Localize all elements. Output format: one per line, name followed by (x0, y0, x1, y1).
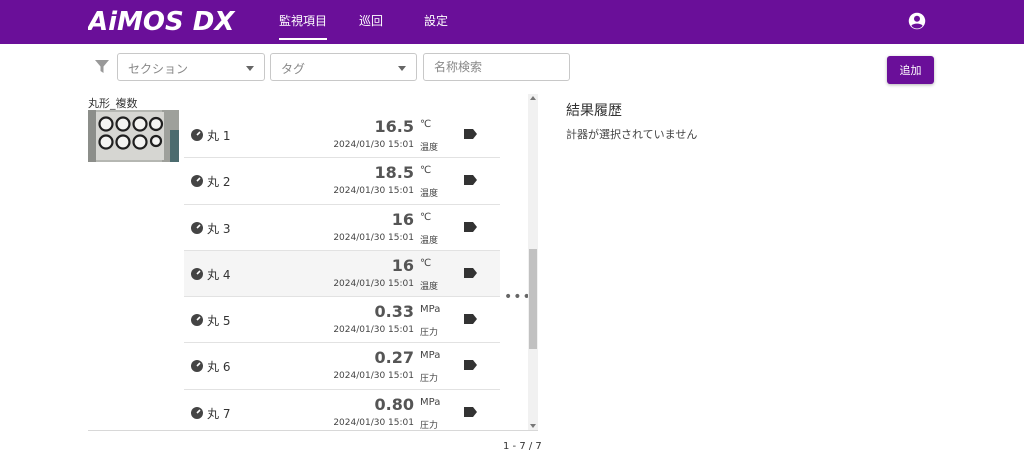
add-button[interactable]: 追加 (887, 56, 934, 84)
list-item[interactable]: 丸 5 0.33 MPa 2024/01/30 15:01 圧力 (184, 297, 500, 344)
gauge-icon (191, 129, 203, 141)
list-item[interactable]: 丸 4 16 ℃ 2024/01/30 15:01 温度 (184, 250, 500, 298)
meter-name: 丸 4 (207, 267, 231, 282)
scroll-down-arrow-icon[interactable] (530, 424, 536, 428)
tag-select[interactable]: タグ (270, 53, 417, 81)
meter-list: 丸 1 16.5 ℃ 2024/01/30 15:01 温度 丸 2 18.5 … (88, 94, 538, 430)
meter-unit: ℃ (420, 257, 432, 269)
scrollbar-thumb[interactable] (529, 249, 537, 349)
tag-select-placeholder: タグ (281, 62, 306, 76)
section-select-placeholder: セクション (128, 62, 189, 76)
list-item[interactable]: 丸 3 16 ℃ 2024/01/30 15:01 温度 (184, 205, 500, 251)
meter-name: 丸 1 (207, 129, 231, 143)
list-scrollbar[interactable] (528, 94, 538, 430)
meter-value: 0.80 (374, 394, 414, 414)
meter-timestamp: 2024/01/30 15:01 (333, 278, 414, 289)
pagination-info: 1 - 7 / 7 (503, 441, 542, 452)
tab-settings[interactable]: 設定 (424, 12, 448, 29)
result-history-title: 結果履歴 (566, 103, 622, 119)
meter-value: 18.5 (374, 163, 414, 183)
gauge-icon (191, 221, 203, 234)
meter-value: 16 (391, 255, 414, 275)
tag-icon[interactable] (464, 129, 477, 139)
meter-kind: 圧力 (420, 420, 439, 430)
meter-name: 丸 5 (207, 314, 231, 329)
tab-monitoring-items[interactable]: 監視項目 (279, 12, 328, 40)
meter-name: 丸 2 (207, 175, 231, 190)
filter-icon (95, 60, 109, 73)
chevron-down-icon (398, 66, 406, 71)
top-app-bar: AiMOS DX 監視項目 巡回 設定 (0, 0, 1024, 44)
list-item[interactable]: 丸 1 16.5 ℃ 2024/01/30 15:01 温度 (184, 112, 500, 159)
meter-value: 16.5 (374, 117, 414, 136)
list-item[interactable]: 丸 6 0.27 MPa 2024/01/30 15:01 圧力 (184, 343, 500, 390)
meter-timestamp: 2024/01/30 15:01 (333, 140, 414, 150)
meter-value: 16 (391, 209, 414, 229)
gauge-icon (191, 360, 203, 373)
meter-name: 丸 6 (207, 360, 231, 375)
meter-kind: 圧力 (420, 328, 439, 339)
meter-timestamp: 2024/01/30 15:01 (333, 371, 414, 382)
list-item[interactable]: 丸 2 18.5 ℃ 2024/01/30 15:01 温度 (184, 158, 500, 205)
meter-kind: 温度 (420, 235, 439, 246)
meter-name: 丸 7 (207, 406, 231, 421)
gauge-icon (191, 175, 203, 188)
chevron-down-icon (246, 66, 254, 71)
meter-unit: MPa (420, 350, 441, 362)
meter-kind: 温度 (420, 143, 439, 153)
tag-icon[interactable] (464, 221, 477, 232)
list-divider (88, 430, 538, 431)
gauge-icon (191, 267, 203, 280)
meter-unit: ℃ (420, 119, 432, 130)
name-search-input[interactable] (424, 54, 569, 80)
account-circle-icon[interactable] (908, 12, 926, 30)
meter-kind: 圧力 (420, 374, 439, 385)
meter-name: 丸 3 (207, 221, 231, 236)
tag-icon[interactable] (464, 360, 477, 371)
meter-value: 0.27 (374, 348, 414, 368)
meter-unit: MPa (420, 304, 441, 316)
gauge-icon (191, 314, 203, 327)
section-select[interactable]: セクション (117, 53, 265, 81)
meter-timestamp: 2024/01/30 15:01 (333, 186, 414, 197)
meter-unit: ℃ (420, 165, 432, 177)
tag-icon[interactable] (464, 314, 477, 325)
name-search-field[interactable] (423, 53, 570, 81)
svg-text:AiMOS DX: AiMOS DX (88, 7, 236, 34)
meter-timestamp: 2024/01/30 15:01 (333, 417, 414, 428)
meter-rows: 丸 1 16.5 ℃ 2024/01/30 15:01 温度 丸 2 18.5 … (184, 112, 500, 430)
meter-timestamp: 2024/01/30 15:01 (333, 232, 414, 243)
result-empty-message: 計器が選択されていません (566, 128, 698, 141)
tag-icon[interactable] (464, 175, 477, 186)
list-item[interactable]: 丸 7 0.80 MPa 2024/01/30 15:01 圧力 (184, 390, 500, 430)
tag-icon[interactable] (464, 267, 477, 278)
meter-value: 0.33 (374, 302, 414, 322)
tab-patrol[interactable]: 巡回 (359, 12, 383, 29)
meter-kind: 温度 (420, 189, 439, 200)
meter-kind: 温度 (420, 281, 439, 292)
gauge-icon (191, 406, 203, 419)
tag-icon[interactable] (464, 406, 477, 417)
scroll-up-arrow-icon[interactable] (530, 96, 536, 100)
meter-unit: MPa (420, 396, 441, 408)
meter-unit: ℃ (420, 211, 432, 223)
meter-timestamp: 2024/01/30 15:01 (333, 325, 414, 336)
aimos-dx-logo: AiMOS DX (88, 7, 236, 34)
